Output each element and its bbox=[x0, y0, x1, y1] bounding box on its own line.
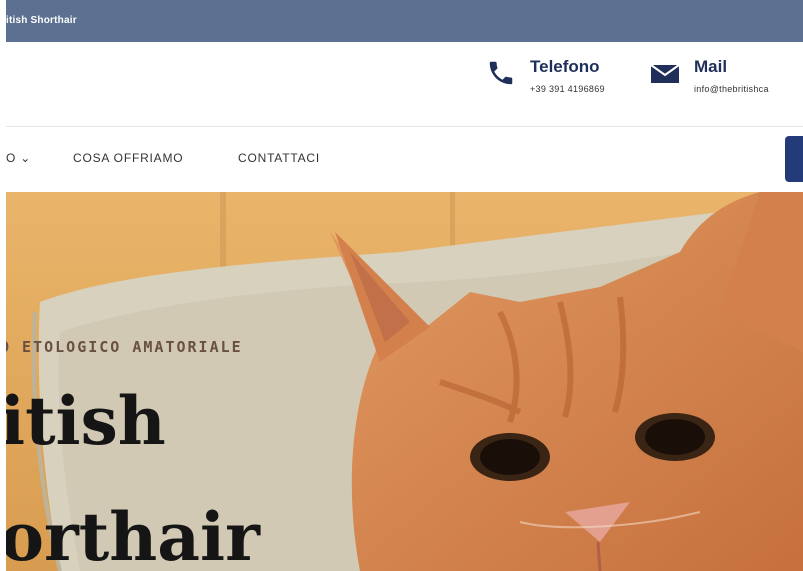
mail-icon bbox=[650, 58, 680, 86]
chevron-down-icon: ⌄ bbox=[20, 151, 32, 165]
phone-number[interactable]: +39 391 4196869 bbox=[530, 84, 605, 94]
hero-section: O ETOLOGICO AMATORIALE itish orthair bbox=[0, 192, 803, 571]
nav-item-cosa-offriamo[interactable]: COSA OFFRIAMO bbox=[73, 151, 183, 165]
site-brand[interactable]: itish Shorthair bbox=[6, 15, 77, 26]
top-bar: itish Shorthair bbox=[0, 0, 803, 42]
left-edge bbox=[0, 0, 6, 571]
mail-address[interactable]: info@thebritishca bbox=[694, 84, 769, 94]
mail-contact[interactable]: Mail info@thebritishca bbox=[650, 58, 769, 94]
nav-item-truncated[interactable]: O ⌄ bbox=[6, 151, 31, 165]
hero-title-line1: itish bbox=[0, 382, 166, 460]
nav-item-contattaci[interactable]: CONTATTACI bbox=[238, 151, 320, 165]
phone-contact[interactable]: Telefono +39 391 4196869 bbox=[486, 58, 605, 94]
hero-eyebrow: O ETOLOGICO AMATORIALE bbox=[0, 338, 243, 356]
nav-cta-button[interactable] bbox=[785, 136, 803, 182]
mail-title: Mail bbox=[694, 57, 728, 76]
main-nav: O ⌄ COSA OFFRIAMO CONTATTACI bbox=[0, 127, 803, 192]
phone-icon bbox=[486, 58, 516, 88]
phone-title: Telefono bbox=[530, 57, 600, 76]
hero-title-line2: orthair bbox=[0, 498, 260, 571]
